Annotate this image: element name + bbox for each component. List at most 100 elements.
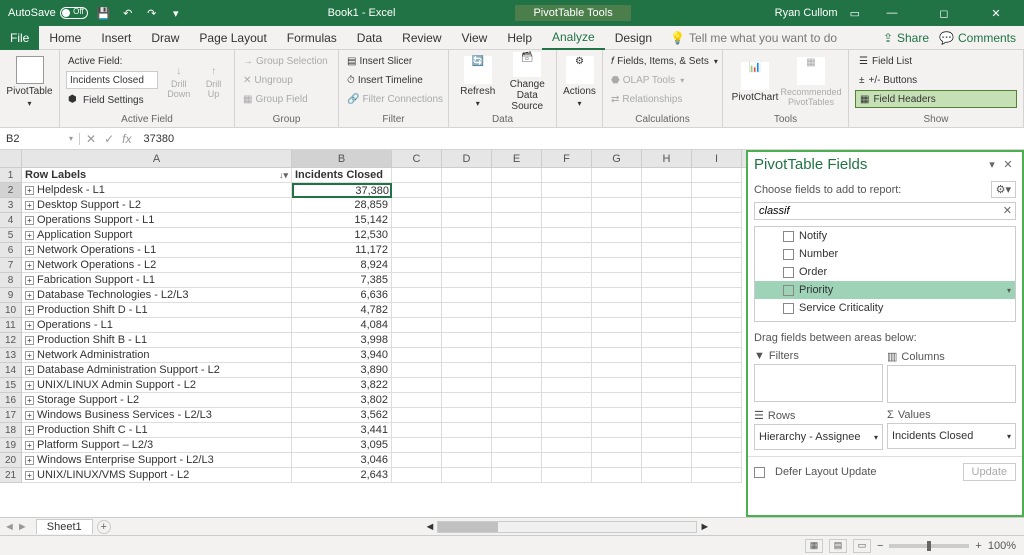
normal-view-icon[interactable]: ▦ <box>805 539 823 553</box>
menu-formulas[interactable]: Formulas <box>277 26 347 50</box>
cell-A7[interactable]: +Network Operations - L2 <box>22 258 292 273</box>
cell-A18[interactable]: +Production Shift C - L1 <box>22 423 292 438</box>
defer-checkbox[interactable] <box>754 467 765 478</box>
menu-review[interactable]: Review <box>392 26 451 50</box>
filters-area[interactable] <box>754 364 883 402</box>
formula-input[interactable]: 37380 <box>137 133 1024 145</box>
cell-B16[interactable]: 3,802 <box>292 393 392 408</box>
row-header-13[interactable]: 13 <box>0 348 22 363</box>
row-header-9[interactable]: 9 <box>0 288 22 303</box>
expand-icon[interactable]: + <box>25 336 34 345</box>
user-name[interactable]: Ryan Cullom <box>775 7 838 19</box>
expand-icon[interactable]: + <box>25 351 34 360</box>
cell-B1[interactable]: Incidents Closed <box>292 168 392 183</box>
field-item-number[interactable]: Number <box>755 245 1015 263</box>
field-item-notify[interactable]: Notify <box>755 227 1015 245</box>
cell-B7[interactable]: 8,924 <box>292 258 392 273</box>
cell-A1[interactable]: Row Labels↓▾ <box>22 168 292 183</box>
field-settings-button[interactable]: ⬢Field Settings <box>66 91 158 109</box>
scroll-right-icon[interactable]: ► <box>699 521 710 533</box>
cell-B14[interactable]: 3,890 <box>292 363 392 378</box>
col-header-H[interactable]: H <box>642 150 692 167</box>
cell-B3[interactable]: 28,859 <box>292 198 392 213</box>
col-header-F[interactable]: F <box>542 150 592 167</box>
cell-A17[interactable]: +Windows Business Services - L2/L3 <box>22 408 292 423</box>
row-header-3[interactable]: 3 <box>0 198 22 213</box>
cell-B11[interactable]: 4,084 <box>292 318 392 333</box>
cell-A14[interactable]: +Database Administration Support - L2 <box>22 363 292 378</box>
cell-B5[interactable]: 12,530 <box>292 228 392 243</box>
menu-home[interactable]: Home <box>39 26 91 50</box>
page-break-view-icon[interactable]: ▭ <box>853 539 871 553</box>
expand-icon[interactable]: + <box>25 396 34 405</box>
menu-data[interactable]: Data <box>347 26 392 50</box>
cell-A4[interactable]: +Operations Support - L1 <box>22 213 292 228</box>
zoom-in-icon[interactable]: + <box>975 540 981 552</box>
cell-B20[interactable]: 3,046 <box>292 453 392 468</box>
field-checkbox[interactable] <box>783 249 794 260</box>
field-list-toggle[interactable]: ☰Field List <box>855 52 1017 70</box>
cell-A6[interactable]: +Network Operations - L1 <box>22 243 292 258</box>
cell-A10[interactable]: +Production Shift D - L1 <box>22 303 292 318</box>
field-list[interactable]: ↖ NotifyNumberOrderPriority▾Service Crit… <box>754 226 1016 322</box>
field-checkbox[interactable] <box>783 231 794 242</box>
expand-icon[interactable]: + <box>25 201 34 210</box>
field-checkbox[interactable] <box>783 267 794 278</box>
field-dropdown-icon[interactable]: ▾ <box>1007 286 1011 295</box>
col-header-E[interactable]: E <box>492 150 542 167</box>
maximize-button[interactable]: ◻ <box>924 0 964 26</box>
menu-design[interactable]: Design <box>605 26 662 50</box>
field-headers-toggle[interactable]: ▦Field Headers <box>855 90 1017 108</box>
cell-B12[interactable]: 3,998 <box>292 333 392 348</box>
fx-icon[interactable]: fx <box>122 132 131 146</box>
scroll-left-icon[interactable]: ◄ <box>424 521 435 533</box>
values-area[interactable]: Incidents Closed▾ <box>887 423 1016 449</box>
horizontal-scrollbar[interactable] <box>437 521 697 533</box>
col-header-C[interactable]: C <box>392 150 442 167</box>
field-checkbox[interactable] <box>783 285 794 296</box>
zoom-out-icon[interactable]: − <box>877 540 883 552</box>
cell-A11[interactable]: +Operations - L1 <box>22 318 292 333</box>
cell-A3[interactable]: +Desktop Support - L2 <box>22 198 292 213</box>
cell-B2[interactable]: 37,380 <box>292 183 392 198</box>
pane-close-icon[interactable]: ✕ <box>1000 158 1016 171</box>
field-item-order[interactable]: Order <box>755 263 1015 281</box>
cell-B8[interactable]: 7,385 <box>292 273 392 288</box>
row-header-8[interactable]: 8 <box>0 273 22 288</box>
row-header-15[interactable]: 15 <box>0 378 22 393</box>
refresh-button[interactable]: 🔄Refresh▾ <box>455 52 501 112</box>
expand-icon[interactable]: + <box>25 366 34 375</box>
row-header-7[interactable]: 7 <box>0 258 22 273</box>
col-header-B[interactable]: B <box>292 150 392 167</box>
row-header-1[interactable]: 1 <box>0 168 22 183</box>
sheet-tab-sheet1[interactable]: Sheet1 <box>36 519 93 534</box>
plus-minus-toggle[interactable]: ±+/- Buttons <box>855 71 1017 89</box>
row-header-11[interactable]: 11 <box>0 318 22 333</box>
zoom-slider[interactable] <box>889 544 969 548</box>
menu-analyze[interactable]: Analyze <box>542 26 605 50</box>
row-header-21[interactable]: 21 <box>0 468 22 483</box>
expand-icon[interactable]: + <box>25 186 34 195</box>
row-header-14[interactable]: 14 <box>0 363 22 378</box>
col-header-G[interactable]: G <box>592 150 642 167</box>
cell-A19[interactable]: +Platform Support – L2/3 <box>22 438 292 453</box>
expand-icon[interactable]: + <box>25 216 34 225</box>
col-header-D[interactable]: D <box>442 150 492 167</box>
cell-A20[interactable]: +Windows Enterprise Support - L2/L3 <box>22 453 292 468</box>
pane-dropdown-icon[interactable]: ▾ <box>984 158 1000 171</box>
redo-icon[interactable]: ↷ <box>144 5 160 21</box>
cell-A16[interactable]: +Storage Support - L2 <box>22 393 292 408</box>
expand-icon[interactable]: + <box>25 441 34 450</box>
columns-area[interactable] <box>887 365 1016 403</box>
clear-search-icon[interactable]: ✕ <box>1003 204 1012 217</box>
menu-draw[interactable]: Draw <box>141 26 189 50</box>
undo-icon[interactable]: ↶ <box>120 5 136 21</box>
ribbon-display-icon[interactable]: ▭ <box>850 7 860 20</box>
menu-help[interactable]: Help <box>497 26 542 50</box>
row-header-10[interactable]: 10 <box>0 303 22 318</box>
sheet-nav-prev-icon[interactable]: ◄ <box>4 521 15 533</box>
add-sheet-button[interactable]: + <box>97 520 111 534</box>
expand-icon[interactable]: + <box>25 426 34 435</box>
insert-timeline-button[interactable]: ⏱Insert Timeline <box>345 71 445 89</box>
sort-filter-icon[interactable]: ↓▾ <box>279 170 288 181</box>
